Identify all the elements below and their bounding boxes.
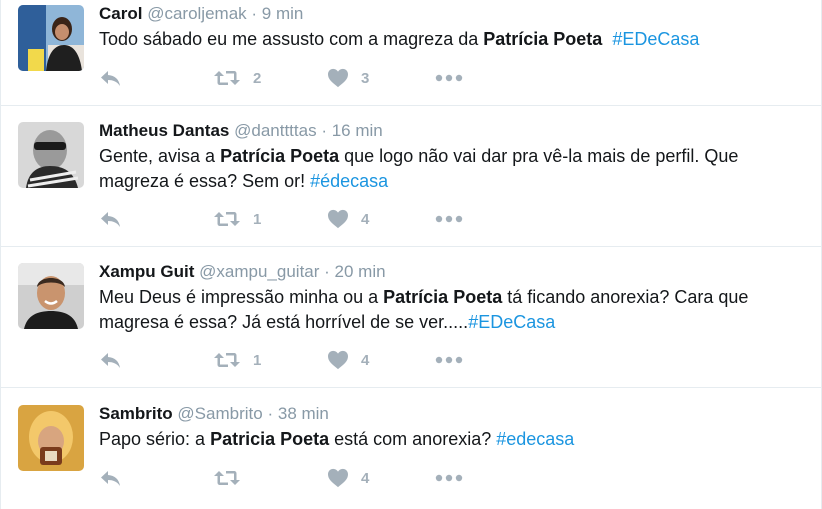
reply-icon: [99, 468, 123, 488]
retweet-button[interactable]: 1: [213, 351, 327, 369]
tweet-text: Todo sábado eu me assusto com a magreza …: [99, 27, 807, 52]
separator-dot: ·: [324, 262, 330, 281]
more-button[interactable]: [435, 356, 463, 364]
tweet-text-bold: Patrícia Poeta: [220, 146, 340, 166]
reply-icon: [99, 350, 123, 370]
retweet-count: 1: [253, 210, 262, 228]
avatar[interactable]: [18, 122, 84, 188]
tweet-text-part: [602, 29, 612, 49]
hashtag-link[interactable]: #EDeCasa: [468, 312, 555, 332]
avatar[interactable]: [18, 263, 84, 329]
author-handle[interactable]: @caroljemak: [147, 4, 246, 23]
separator-dot: ·: [251, 4, 258, 23]
like-count: 4: [361, 351, 370, 369]
retweet-count: 1: [253, 351, 262, 369]
like-count: 3: [361, 69, 370, 87]
tweet-text-part: Papo sério: a: [99, 429, 211, 449]
tweet-timestamp[interactable]: 9 min: [262, 4, 304, 23]
tweet-text-bold: Patricia Poeta: [210, 429, 330, 449]
tweet-timeline: Carol @caroljemak · 9 min Todo sábado eu…: [0, 0, 822, 509]
hashtag-link[interactable]: #EDeCasa: [612, 29, 699, 49]
author-handle[interactable]: @xampu_guitar: [199, 262, 319, 281]
more-icon: [435, 474, 463, 482]
tweet-text-part: Gente, avisa a: [99, 146, 221, 166]
reply-icon: [99, 209, 123, 229]
reply-button[interactable]: [99, 68, 213, 88]
like-button[interactable]: 4: [327, 209, 435, 229]
retweet-icon: [213, 469, 241, 487]
tweet[interactable]: Sambrito @Sambrito · 38 min Papo sério: …: [1, 388, 821, 509]
retweet-count: 2: [253, 69, 262, 87]
more-button[interactable]: [435, 474, 463, 482]
heart-icon: [327, 209, 349, 229]
tweet-text-bold: Patrícia Poeta: [383, 287, 503, 307]
heart-icon: [327, 468, 349, 488]
tweet-timestamp[interactable]: 38 min: [278, 404, 329, 423]
more-icon: [435, 74, 463, 82]
separator-dot: ·: [321, 121, 327, 140]
separator-dot: ·: [267, 404, 274, 423]
tweet[interactable]: Xampu Guit @xampu_guitar · 20 min Meu De…: [1, 247, 821, 388]
reply-icon: [99, 68, 123, 88]
like-count: 4: [361, 469, 370, 487]
reply-button[interactable]: [99, 209, 213, 229]
more-button[interactable]: [435, 215, 463, 223]
hashtag-link[interactable]: #édecasa: [310, 171, 388, 191]
like-button[interactable]: 3: [327, 68, 435, 88]
heart-icon: [327, 68, 349, 88]
like-button[interactable]: 4: [327, 350, 435, 370]
tweet-text-bold: Patrícia Poeta: [483, 29, 603, 49]
more-button[interactable]: [435, 74, 463, 82]
tweet-text: Meu Deus é impressão minha ou a Patrícia…: [99, 285, 807, 335]
retweet-button[interactable]: [213, 469, 327, 487]
tweet-timestamp[interactable]: 20 min: [335, 262, 386, 281]
tweet[interactable]: Matheus Dantas @danttttas · 16 min Gente…: [1, 106, 821, 247]
tweet-text: Papo sério: a Patricia Poeta está com an…: [99, 427, 807, 452]
like-button[interactable]: 4: [327, 468, 435, 488]
tweet-text: Gente, avisa a Patrícia Poeta que logo n…: [99, 144, 807, 194]
tweet-actions: 1 4: [99, 207, 463, 231]
author-name[interactable]: Matheus Dantas: [99, 121, 229, 140]
avatar[interactable]: [18, 5, 84, 71]
tweet-text-part: está com anorexia?: [329, 429, 497, 449]
tweet-text-part: Meu Deus é impressão minha ou a: [99, 287, 384, 307]
more-icon: [435, 356, 463, 364]
heart-icon: [327, 350, 349, 370]
like-count: 4: [361, 210, 370, 228]
tweet[interactable]: Carol @caroljemak · 9 min Todo sábado eu…: [1, 0, 821, 106]
tweet-actions: 2 3: [99, 66, 463, 90]
author-name[interactable]: Carol: [99, 4, 142, 23]
retweet-button[interactable]: 2: [213, 69, 327, 87]
tweet-timestamp[interactable]: 16 min: [332, 121, 383, 140]
tweet-actions: 1 4: [99, 348, 463, 372]
retweet-icon: [213, 69, 241, 87]
author-name[interactable]: Sambrito: [99, 404, 173, 423]
more-icon: [435, 215, 463, 223]
author-handle[interactable]: @danttttas: [234, 121, 316, 140]
retweet-button[interactable]: 1: [213, 210, 327, 228]
retweet-icon: [213, 210, 241, 228]
hashtag-link[interactable]: #edecasa: [496, 429, 574, 449]
author-name[interactable]: Xampu Guit: [99, 262, 194, 281]
reply-button[interactable]: [99, 468, 213, 488]
author-handle[interactable]: @Sambrito: [177, 404, 262, 423]
retweet-icon: [213, 351, 241, 369]
tweet-text-part: Todo sábado eu me assusto com a magreza …: [99, 29, 484, 49]
avatar[interactable]: [18, 405, 84, 471]
tweet-actions: 4: [99, 466, 463, 490]
reply-button[interactable]: [99, 350, 213, 370]
